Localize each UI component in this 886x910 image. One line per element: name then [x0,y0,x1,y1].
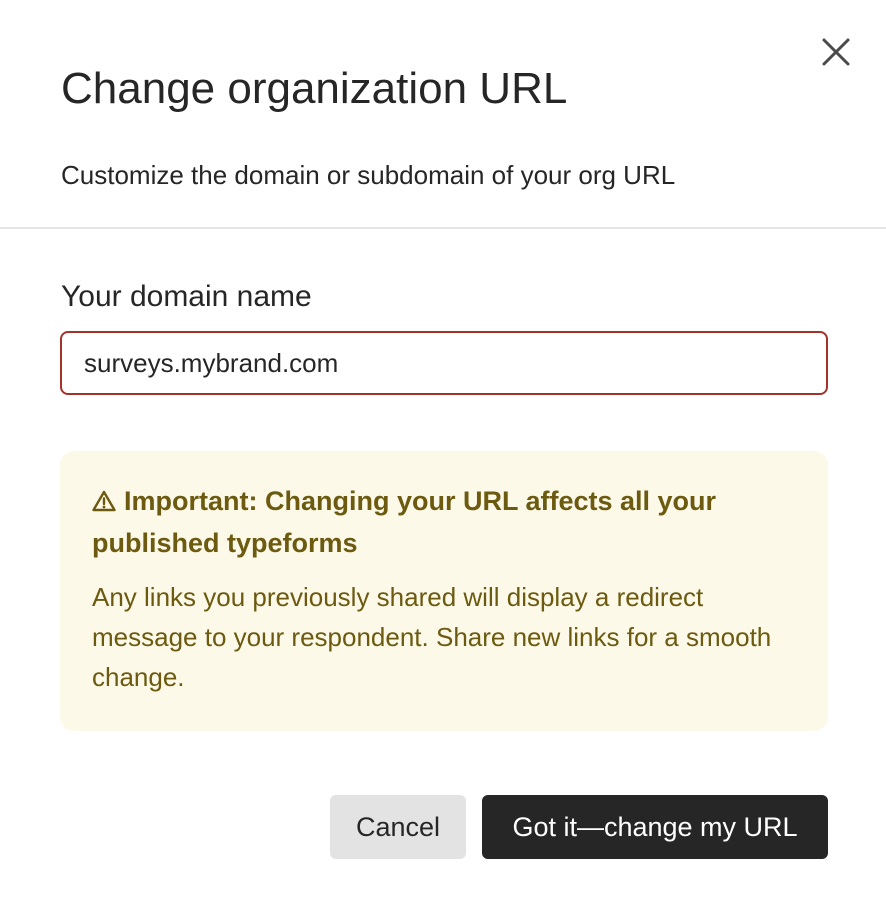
close-button[interactable] [818,34,854,70]
close-icon [822,38,850,66]
cancel-button[interactable]: Cancel [330,795,466,859]
confirm-change-url-button[interactable]: Got it—change my URL [482,795,828,859]
header-divider [0,227,886,229]
warning-icon [92,483,118,523]
dialog-title: Change organization URL [61,64,568,113]
notice-body: Any links you previously shared will dis… [92,582,772,692]
domain-field-label: Your domain name [61,280,312,313]
domain-input[interactable] [60,331,828,395]
notice-title-text: Important: Changing your URL affects all… [92,486,717,558]
notice-title: Important: Changing your URL affects all… [92,481,796,563]
warning-notice: Important: Changing your URL affects all… [60,451,828,731]
change-url-dialog: Change organization URL Customize the do… [0,0,886,910]
dialog-subtitle: Customize the domain or subdomain of you… [61,160,676,190]
